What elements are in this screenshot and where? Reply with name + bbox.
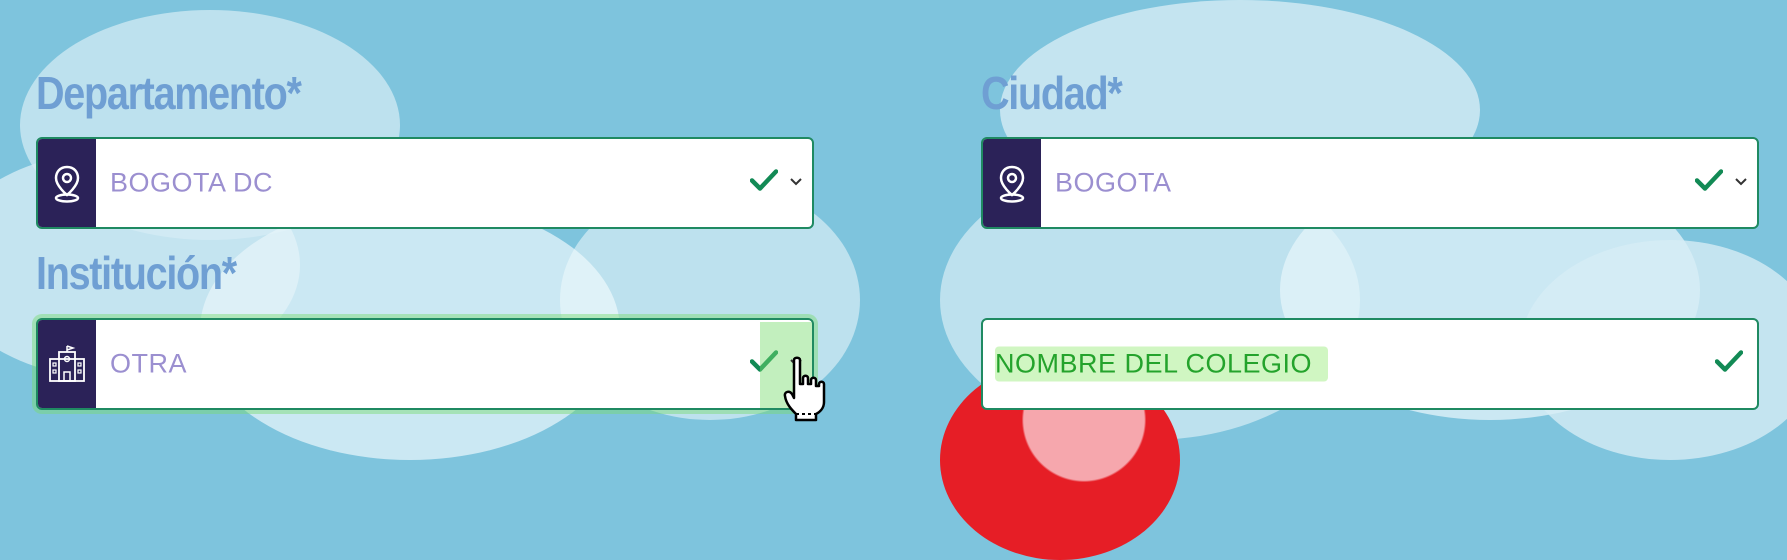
- check-icon: [1694, 169, 1724, 198]
- institucion-select[interactable]: OTRA: [36, 318, 814, 410]
- colegio-input[interactable]: NOMBRE DEL COLEGIO: [981, 318, 1759, 410]
- colegio-value: NOMBRE DEL COLEGIO: [995, 346, 1329, 382]
- departamento-label: Departamento*: [36, 67, 302, 119]
- institucion-label: Institución*: [36, 247, 237, 299]
- ciudad-value: BOGOTA: [1055, 167, 1172, 198]
- institucion-value: OTRA: [110, 348, 188, 379]
- departamento-select[interactable]: BOGOTA DC: [36, 137, 814, 229]
- map-pin-icon: [983, 139, 1041, 227]
- chevron-down-icon[interactable]: [1735, 174, 1747, 192]
- departamento-value: BOGOTA DC: [110, 167, 274, 198]
- chevron-down-icon[interactable]: [790, 174, 802, 192]
- map-pin-icon: [38, 139, 96, 227]
- ciudad-label: Ciudad*: [981, 67, 1123, 119]
- school-building-icon: [38, 320, 96, 408]
- hand-cursor-icon: [782, 356, 830, 427]
- check-icon: [749, 169, 779, 198]
- ciudad-select[interactable]: BOGOTA: [981, 137, 1759, 229]
- check-icon: [1714, 350, 1744, 379]
